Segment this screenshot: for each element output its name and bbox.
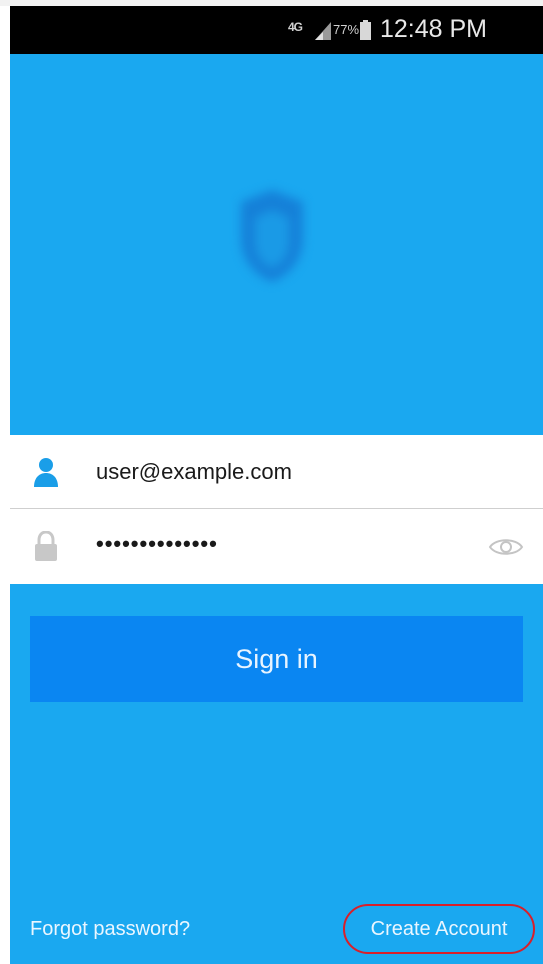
username-field[interactable]: user@example.com: [10, 435, 543, 508]
user-icon: [34, 458, 58, 487]
phone-screen: 4G 77% 12:48 PM user@example.com •••••••…: [10, 6, 543, 964]
username-input[interactable]: user@example.com: [96, 459, 292, 485]
battery-percent: 77%: [333, 22, 360, 37]
shield-logo-icon: [241, 190, 303, 282]
signal-icon: [315, 22, 331, 40]
create-account-link[interactable]: Create Account: [343, 904, 535, 954]
network-indicator: 4G: [288, 20, 303, 34]
sign-in-button[interactable]: Sign in: [30, 616, 523, 702]
password-input[interactable]: ••••••••••••••: [96, 531, 218, 557]
battery-icon: [360, 20, 371, 40]
eye-icon[interactable]: [488, 535, 524, 559]
lock-icon: [35, 531, 57, 561]
status-bar: 4G 77% 12:48 PM: [10, 6, 543, 54]
forgot-password-link[interactable]: Forgot password?: [30, 918, 190, 941]
password-field[interactable]: ••••••••••••••: [10, 509, 543, 584]
status-time: 12:48 PM: [380, 15, 488, 43]
page: 4G 77% 12:48 PM user@example.com •••••••…: [0, 0, 543, 964]
